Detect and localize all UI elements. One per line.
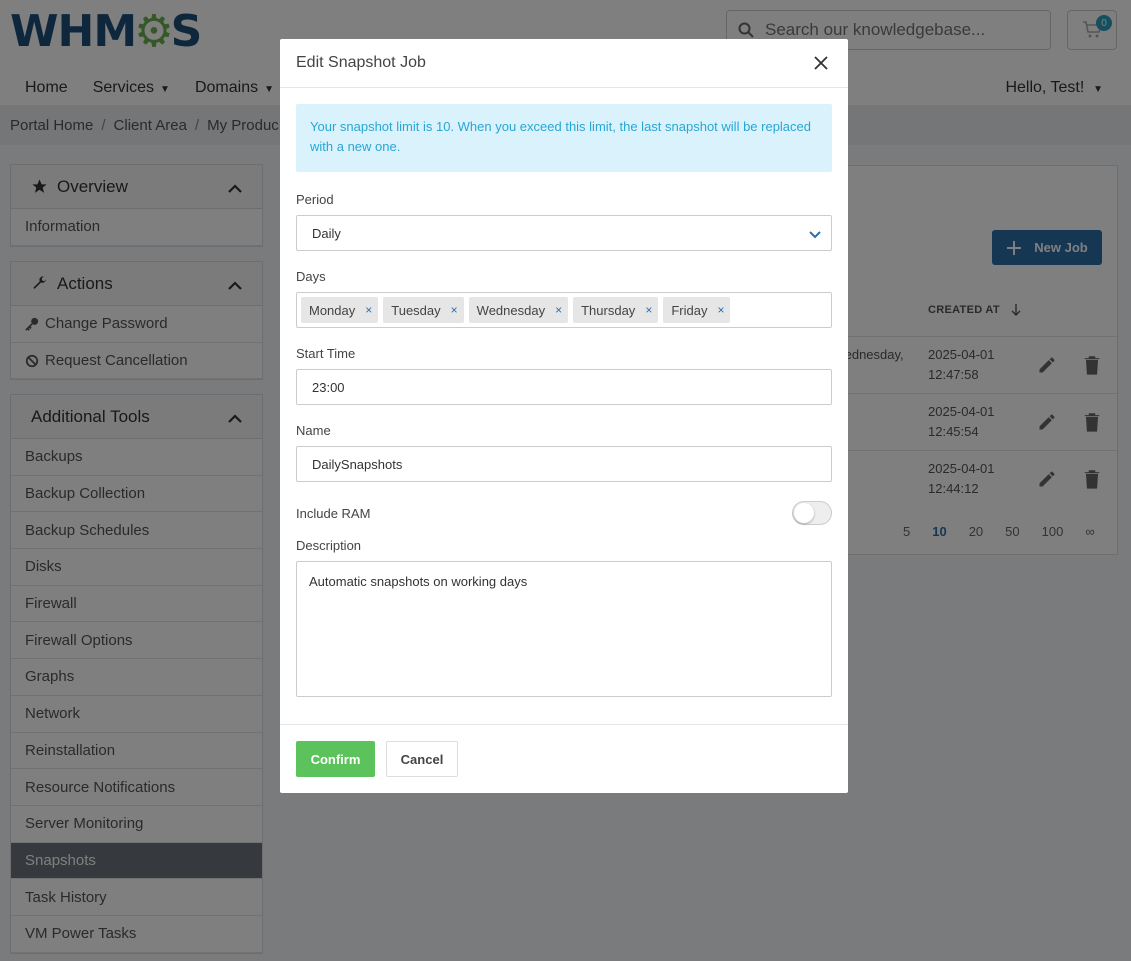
day-tag-label: Thursday bbox=[581, 302, 636, 318]
modal-title: Edit Snapshot Job bbox=[296, 54, 426, 71]
day-tag-label: Monday bbox=[309, 302, 356, 318]
description-textarea[interactable]: Automatic snapshots on working days bbox=[296, 561, 832, 697]
start-time-input[interactable]: 23:00 bbox=[296, 369, 832, 405]
start-time-label: Start Time bbox=[296, 346, 356, 361]
cancel-button[interactable]: Cancel bbox=[386, 741, 458, 777]
edit-snapshot-job-modal: Edit Snapshot Job Your snapshot limit is… bbox=[280, 39, 848, 793]
day-tag-label: Friday bbox=[671, 302, 708, 318]
modal-footer: Confirm Cancel bbox=[280, 724, 848, 793]
description-label: Description bbox=[296, 538, 362, 553]
days-label: Days bbox=[296, 269, 326, 284]
day-tag-wednesday: Wednesday × bbox=[468, 297, 569, 323]
chevron-down-icon bbox=[809, 227, 821, 242]
period-label: Period bbox=[296, 192, 334, 207]
toggle-knob bbox=[794, 503, 814, 523]
snapshot-limit-alert: Your snapshot limit is 10. When you exce… bbox=[296, 104, 832, 172]
include-ram-toggle[interactable] bbox=[792, 501, 832, 525]
remove-tag-icon[interactable]: × bbox=[645, 303, 652, 317]
remove-tag-icon[interactable]: × bbox=[717, 303, 724, 317]
remove-tag-icon[interactable]: × bbox=[555, 303, 562, 317]
period-value: Daily bbox=[312, 225, 341, 241]
close-icon[interactable] bbox=[812, 54, 830, 72]
days-multiselect[interactable]: Monday × Tuesday × Wednesday × Thursday × Fr… bbox=[296, 292, 832, 328]
confirm-button[interactable]: Confirm bbox=[296, 741, 375, 777]
include-ram-label: Include RAM bbox=[296, 505, 371, 521]
day-tag-friday: Friday × bbox=[663, 297, 731, 323]
day-tag-label: Tuesday bbox=[391, 302, 441, 318]
day-tag-thursday: Thursday × bbox=[573, 297, 659, 323]
day-tag-label: Wednesday bbox=[476, 302, 546, 318]
day-tag-monday: Monday × bbox=[301, 297, 379, 323]
remove-tag-icon[interactable]: × bbox=[451, 303, 458, 317]
name-label: Name bbox=[296, 423, 331, 438]
remove-tag-icon[interactable]: × bbox=[365, 303, 372, 317]
name-input[interactable]: DailySnapshots bbox=[296, 446, 832, 482]
period-select[interactable]: Daily bbox=[296, 215, 832, 251]
modal-body: Your snapshot limit is 10. When you exce… bbox=[280, 88, 848, 713]
modal-header: Edit Snapshot Job bbox=[280, 39, 848, 88]
day-tag-tuesday: Tuesday × bbox=[383, 297, 464, 323]
include-ram-row: Include RAM bbox=[296, 500, 832, 526]
